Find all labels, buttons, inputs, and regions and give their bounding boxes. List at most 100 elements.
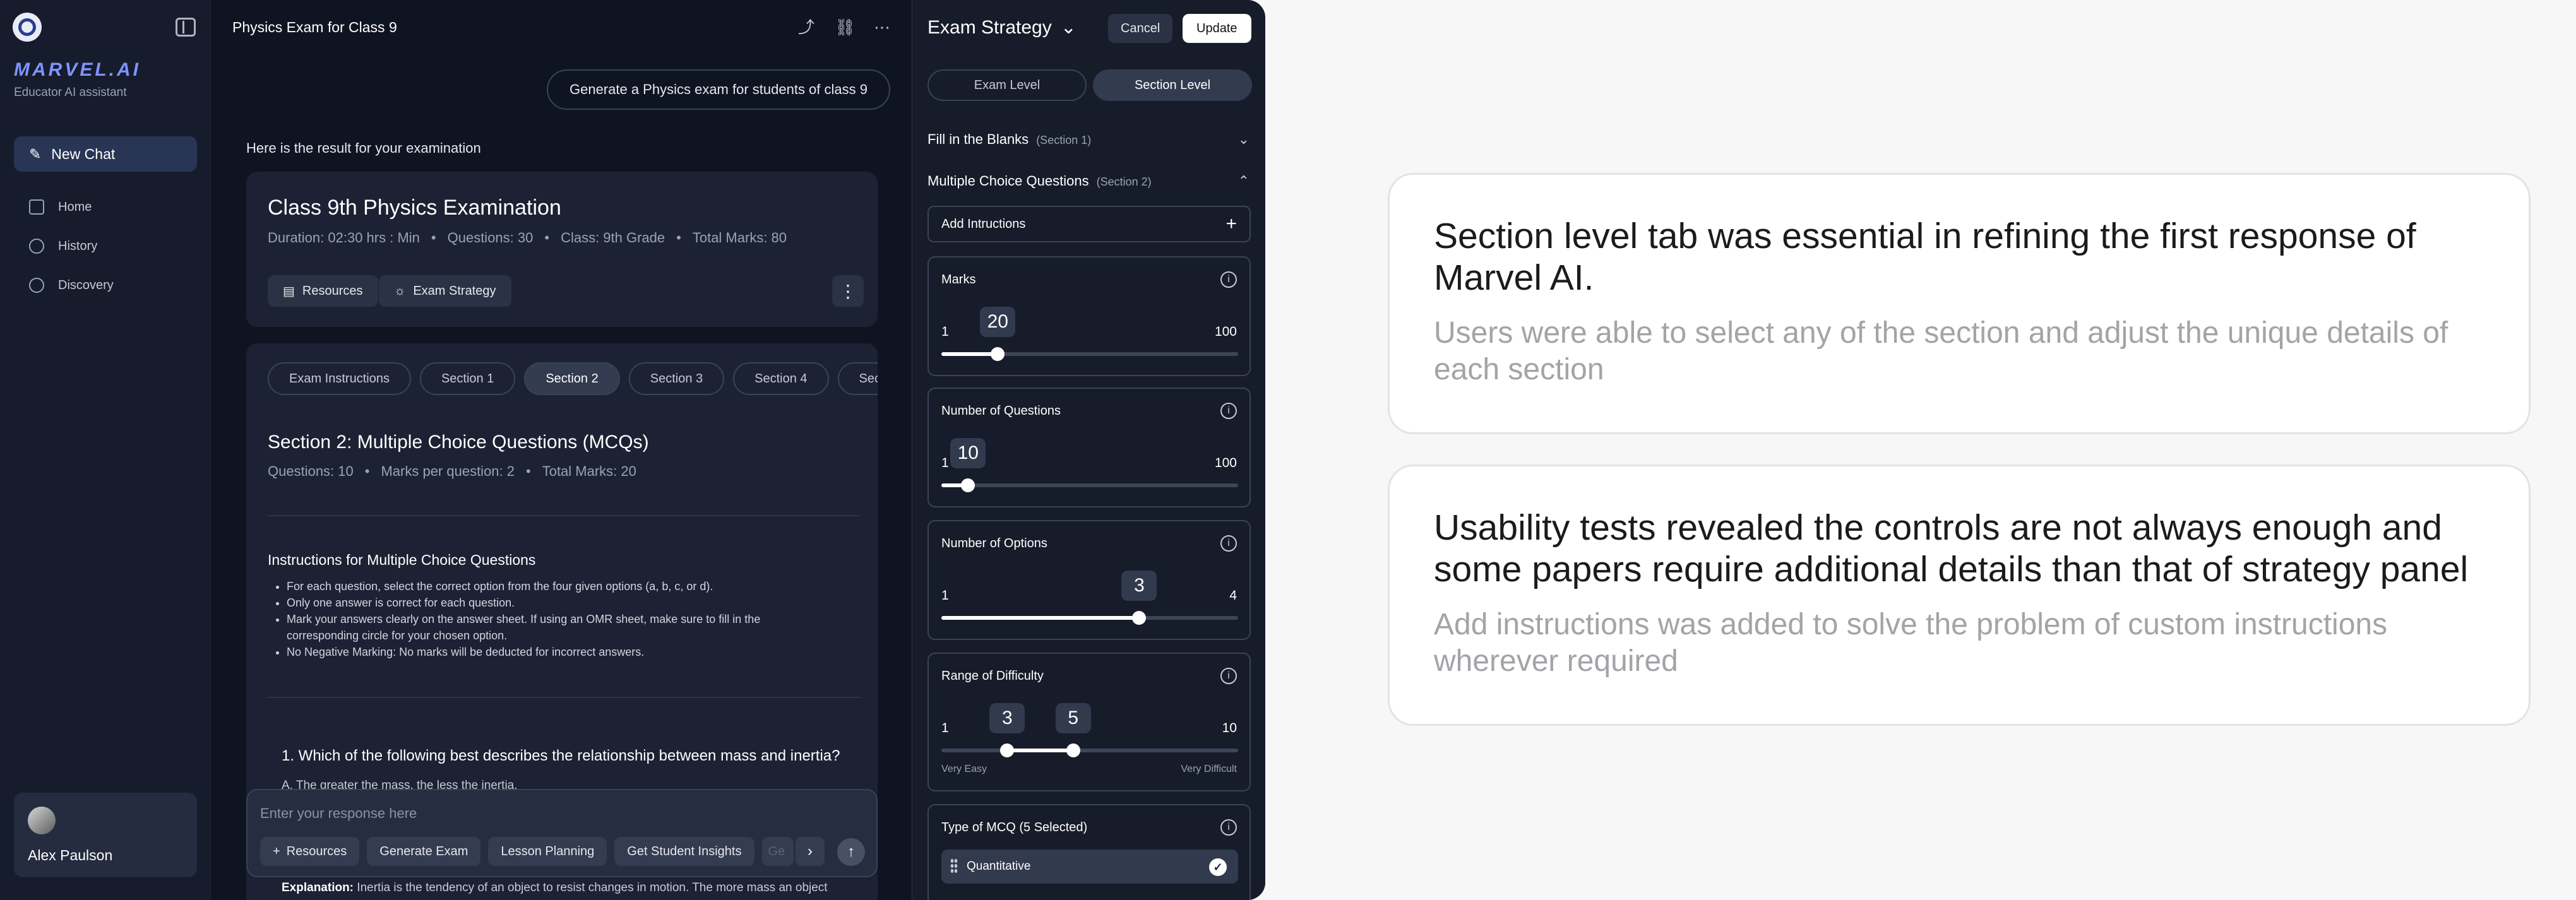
question-text: 1. Which of the following best describes… (282, 747, 840, 764)
accordion-subtitle: (Section 2) (1096, 175, 1152, 188)
explanation: Explanation: Inertia is the tendency of … (282, 881, 828, 895)
check-icon[interactable]: ✓ (1209, 858, 1227, 876)
chevron-down-icon: ⌄ (1060, 17, 1076, 38)
chip-overflow[interactable]: Ge (761, 837, 794, 866)
new-chat-button[interactable]: ✎ New Chat (14, 136, 197, 172)
tab-section-3[interactable]: Section 3 (628, 362, 725, 395)
section-marks-per-question: Marks per question: 2 (381, 463, 515, 479)
mcq-type-item[interactable]: Quantitative ✓ (941, 850, 1238, 884)
update-button[interactable]: Update (1183, 14, 1251, 43)
info-icon[interactable]: i (1220, 403, 1237, 419)
cancel-button[interactable]: Cancel (1108, 14, 1173, 43)
chevron-up-icon: ⌃ (1237, 173, 1249, 189)
tab-section-1[interactable]: Section 1 (419, 362, 516, 395)
annotation-body: Add instructions was added to solve the … (1434, 608, 2388, 678)
user-profile[interactable]: Alex Paulson (14, 793, 197, 877)
chip-student-insights[interactable]: Get Student Insights (614, 837, 754, 866)
exam-strategy-button[interactable]: ☼ Exam Strategy (379, 275, 511, 307)
info-icon[interactable]: i (1220, 668, 1237, 684)
accordion-title: Multiple Choice Questions (927, 173, 1089, 189)
exam-strategy-panel: Exam Strategy ⌄ Cancel Update Exam Level… (912, 0, 1265, 900)
tab-exam-instructions[interactable]: Exam Instructions (268, 362, 411, 395)
brand-subtitle: Educator AI assistant (14, 86, 127, 99)
tab-section-2[interactable]: Section 2 (524, 362, 620, 395)
app-window: MARVEL.AI Educator AI assistant ✎ New Ch… (0, 0, 1265, 900)
drag-handle-icon[interactable] (950, 858, 958, 873)
slider-min: 1 (941, 456, 949, 470)
panel-title-dropdown[interactable]: Exam Strategy ⌄ (927, 16, 1076, 38)
chip-resources[interactable]: + Resources (260, 837, 360, 866)
exam-meta: Duration: 02:30 hrs : Min • Questions: 30… (268, 230, 787, 246)
sidebar-item-label: History (58, 239, 98, 253)
panel-title: Exam Strategy (927, 16, 1052, 38)
section-meta: Questions: 10 • Marks per question: 2 • To… (268, 463, 636, 479)
sidebar-collapse-icon[interactable] (176, 18, 196, 37)
options-slider[interactable]: 3 (941, 571, 1238, 625)
questions-slider[interactable]: 10 (941, 438, 1238, 492)
annotation-card-2: Usability tests revealed the controls ar… (1388, 465, 2531, 726)
tab-section-level[interactable]: Section Level (1093, 69, 1252, 101)
accordion-subtitle: (Section 1) (1036, 134, 1092, 146)
resources-button[interactable]: ▤ Resources (268, 275, 378, 307)
sidebar-item-home[interactable]: Home (29, 199, 92, 215)
accordion-fill-blanks[interactable]: Fill in the Blanks (Section 1) ⌄ (927, 131, 1249, 148)
exam-class: Class: 9th Grade (561, 230, 665, 246)
section-total-marks: Total Marks: 20 (542, 463, 636, 479)
slider-max: 100 (1214, 456, 1237, 470)
difficulty-range-slider[interactable]: 3 5 (941, 703, 1238, 757)
range-value-high: 5 (1055, 703, 1091, 733)
brand-name: MARVEL.AI (14, 59, 141, 80)
share-icon[interactable]: ⤴ (797, 18, 816, 37)
instruction-item: Mark your answers clearly on the answer … (287, 611, 801, 644)
info-icon[interactable]: i (1220, 819, 1237, 836)
slider-min: 1 (941, 324, 949, 339)
exam-card: Class 9th Physics Examination Duration: … (246, 172, 878, 327)
send-icon[interactable]: ↑ (837, 838, 865, 866)
home-icon (29, 199, 44, 215)
exam-title: Class 9th Physics Examination (268, 196, 561, 220)
plus-icon: + (1225, 213, 1237, 234)
composer-input[interactable]: Enter your response here (260, 805, 417, 822)
divider (268, 697, 860, 698)
tab-exam-level[interactable]: Exam Level (927, 69, 1087, 101)
range-handle-high[interactable] (1066, 743, 1080, 757)
slider-handle[interactable] (961, 478, 975, 492)
explanation-label: Explanation: (282, 881, 354, 894)
app-logo[interactable] (13, 13, 42, 42)
slider-max: 4 (1229, 588, 1237, 603)
globe-icon (29, 278, 44, 293)
chevron-right-icon[interactable]: › (796, 837, 825, 866)
chat-actions: ⤴ ⛓ ⋯ (797, 18, 891, 37)
message-composer[interactable]: Enter your response here + Resources Gene… (246, 789, 878, 877)
slider-handle[interactable] (1132, 611, 1147, 625)
range-fill (1007, 749, 1073, 752)
chat-main: Physics Exam for Class 9 ⤴ ⛓ ⋯ Generate … (211, 0, 912, 900)
tab-section-4[interactable]: Section 4 (733, 362, 829, 395)
slider-min: 1 (941, 588, 949, 603)
info-icon[interactable]: i (1220, 271, 1237, 288)
slider-value: 20 (980, 307, 1016, 337)
tab-section-5[interactable]: Section 5 (837, 362, 878, 395)
info-icon[interactable]: i (1220, 535, 1237, 552)
sidebar-item-discovery[interactable]: Discovery (29, 278, 114, 293)
control-label: Range of Difficulty (941, 669, 1044, 683)
add-instructions-label: Add Intructions (941, 216, 1026, 231)
more-icon[interactable]: ⋯ (873, 18, 891, 37)
link-icon[interactable]: ⛓ (835, 18, 856, 37)
chip-lesson-planning[interactable]: Lesson Planning (488, 837, 607, 866)
explanation-text: Inertia is the tendency of an object to … (357, 881, 828, 894)
marks-slider[interactable]: 20 (941, 307, 1238, 361)
slider-handle[interactable] (991, 347, 1005, 361)
add-instructions-button[interactable]: Add Intructions + (927, 206, 1251, 242)
section-questions: Questions: 10 (268, 463, 354, 479)
chip-generate-exam[interactable]: Generate Exam (367, 837, 481, 866)
section-tabs: Exam Instructions Section 1 Section 2 Se… (268, 362, 878, 395)
accordion-mcq[interactable]: Multiple Choice Questions (Section 2) ⌃ (927, 173, 1249, 189)
chat-title: Physics Exam for Class 9 (232, 19, 397, 35)
slider-value: 10 (950, 438, 986, 468)
exam-more-button[interactable]: ⋮ (832, 275, 864, 307)
sidebar-item-history[interactable]: History (29, 239, 97, 254)
range-handle-low[interactable] (1000, 743, 1015, 757)
slider-value: 3 (1121, 571, 1157, 601)
avatar (28, 807, 56, 834)
